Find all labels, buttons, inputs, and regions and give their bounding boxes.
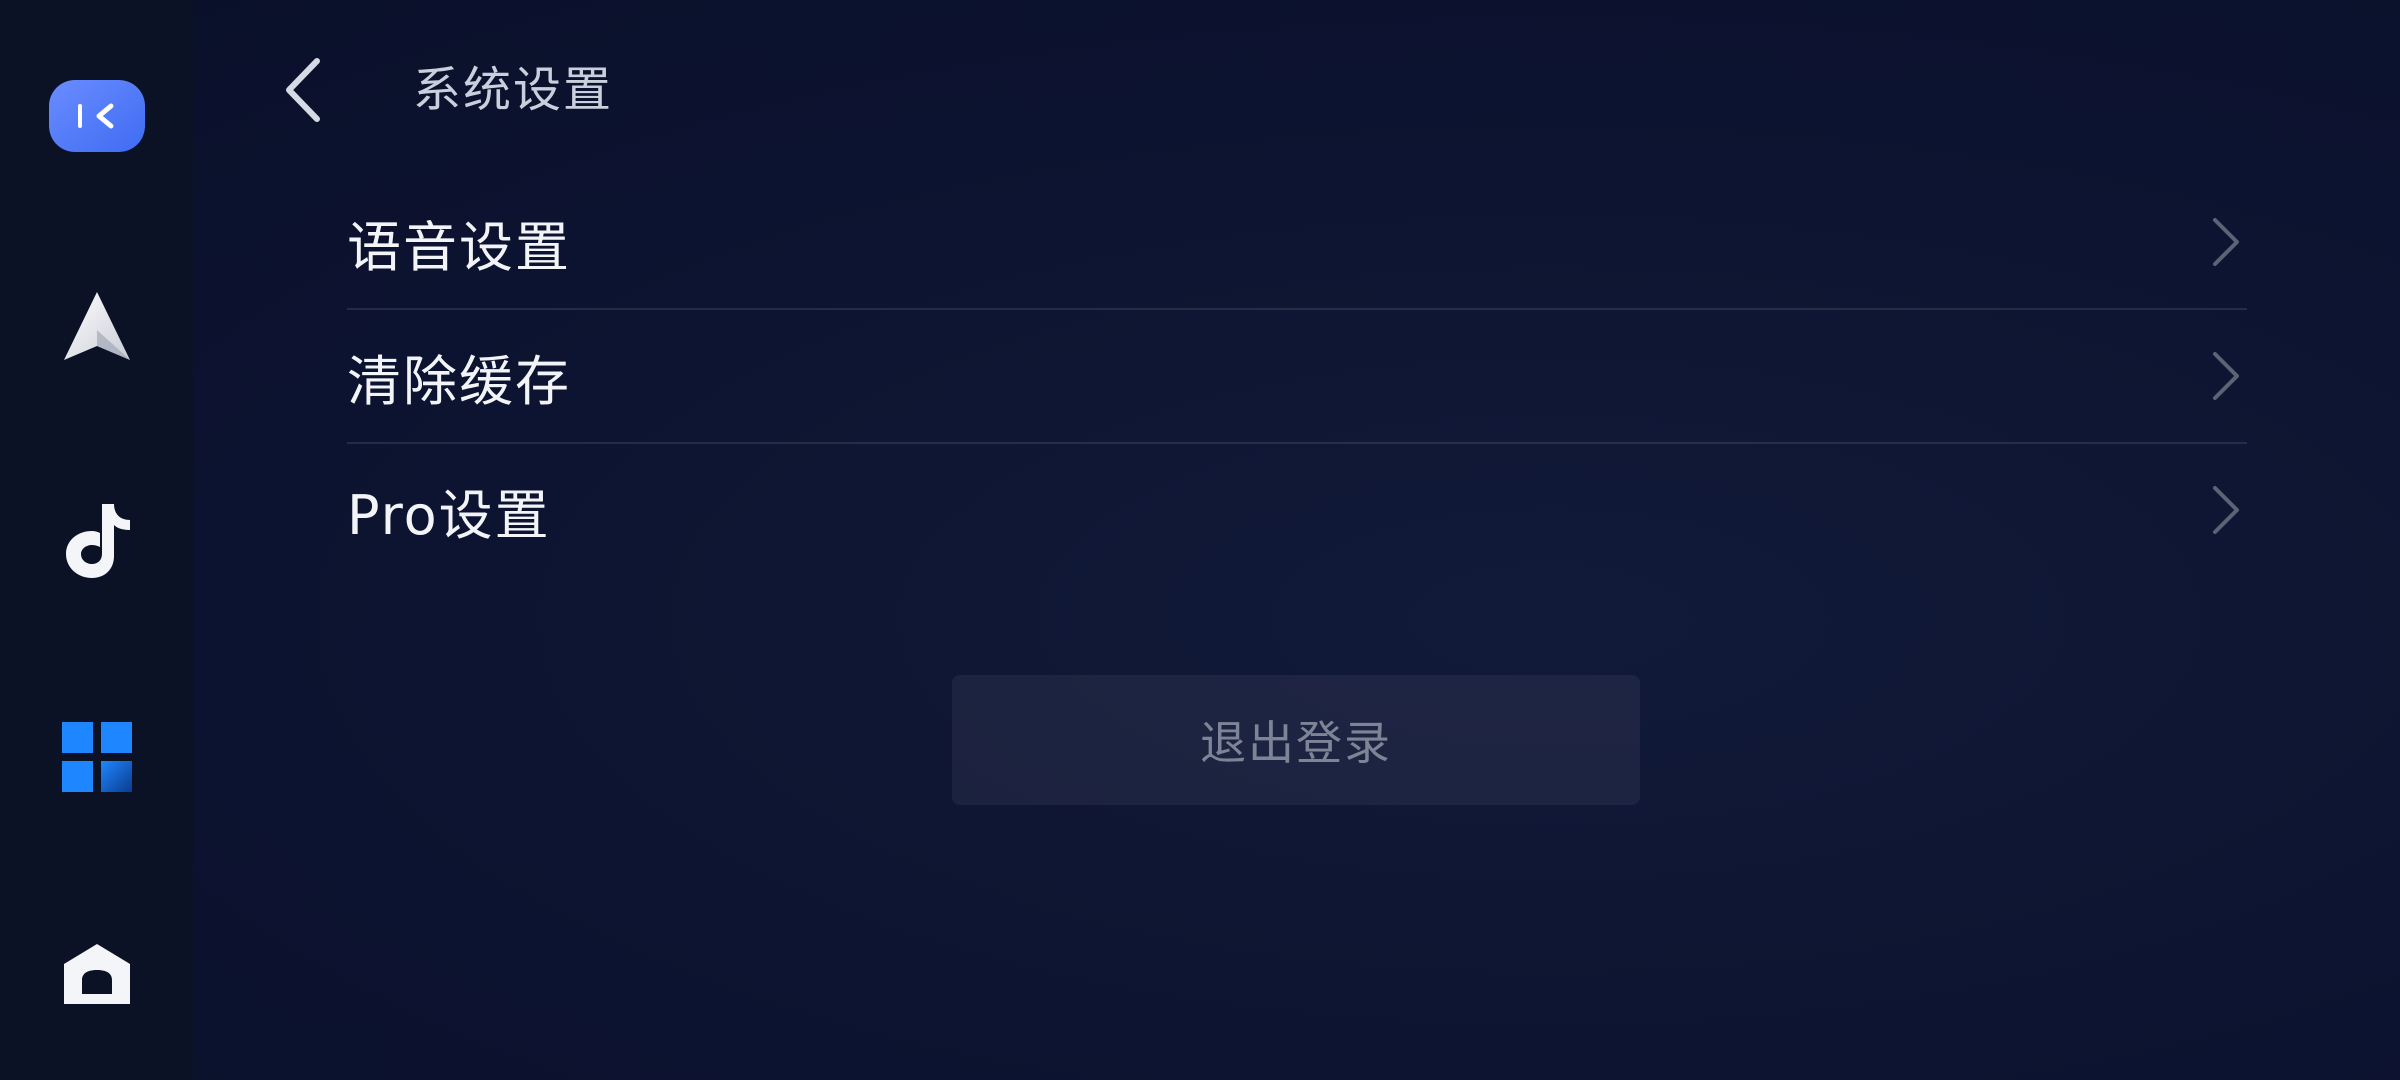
music-icon <box>65 504 130 578</box>
back-button[interactable] <box>273 50 333 130</box>
logout-label: 退出登录 <box>1200 716 1392 770</box>
settings-menu: 语音设置 清除缓存 Pro设置 <box>347 176 2247 576</box>
logout-button[interactable]: 退出登录 <box>952 675 1640 805</box>
home-icon <box>63 944 130 1004</box>
menu-item-label: 清除缓存 <box>347 349 571 413</box>
chevron-right-icon <box>2213 486 2239 534</box>
sidebar-item-apps[interactable] <box>61 722 132 792</box>
sidebar-item-home[interactable] <box>62 942 132 1006</box>
sidebar-item-music[interactable] <box>62 500 132 580</box>
sidebar-item-navigation[interactable] <box>62 290 132 362</box>
screen: 系统设置 语音设置 清除缓存 Pro设置 退出登录 <box>0 0 2400 1080</box>
sidebar <box>0 0 193 1080</box>
navigation-icon <box>63 292 130 360</box>
menu-item-voice-settings[interactable]: 语音设置 <box>347 176 2247 308</box>
main-panel: 系统设置 语音设置 清除缓存 Pro设置 退出登录 <box>193 0 2400 1080</box>
sidebar-item-collapse[interactable] <box>48 80 145 152</box>
menu-item-label: Pro设置 <box>347 483 551 547</box>
chevron-left-icon <box>286 58 320 122</box>
page-title: 系统设置 <box>413 62 614 118</box>
apps-grid-icon <box>61 722 132 792</box>
menu-item-pro-settings[interactable]: Pro设置 <box>347 442 2247 576</box>
chevron-right-icon <box>2213 352 2239 400</box>
chevron-right-icon <box>2213 218 2239 266</box>
collapse-icon <box>48 80 145 152</box>
menu-item-label: 语音设置 <box>347 215 571 279</box>
menu-item-clear-cache[interactable]: 清除缓存 <box>347 308 2247 442</box>
